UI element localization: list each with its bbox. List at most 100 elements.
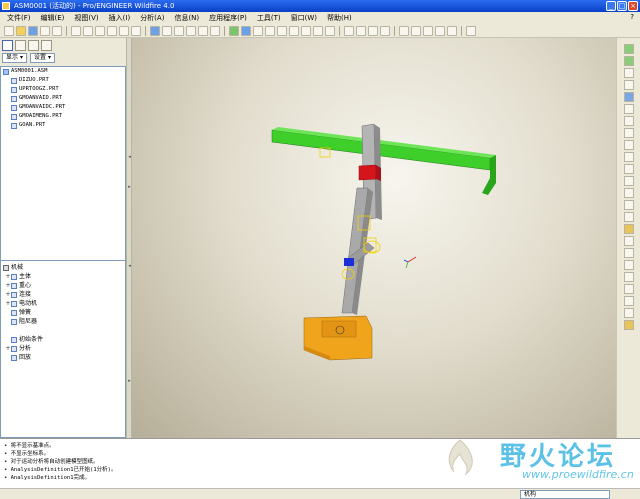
mechanism-item[interactable]: 弹簧 (1, 308, 125, 317)
assembly-model-view[interactable] (132, 38, 616, 438)
mechanism-root[interactable]: 机械 (1, 263, 125, 272)
maximize-button[interactable]: □ (617, 1, 627, 11)
playback-icon[interactable] (623, 140, 634, 150)
shading-icon[interactable] (380, 25, 390, 36)
refit-icon[interactable] (301, 25, 311, 36)
paste-icon[interactable] (119, 25, 129, 36)
mechanism-item[interactable]: 初始条件 (1, 335, 125, 344)
new-file-icon[interactable] (4, 25, 14, 36)
slot-icon[interactable] (623, 68, 634, 78)
minimize-button[interactable]: _ (606, 1, 616, 11)
settings-dropdown[interactable]: 设置 ▾ (30, 53, 56, 63)
cut-icon[interactable] (95, 25, 105, 36)
menu-edit[interactable]: 编辑(E) (36, 12, 70, 24)
zoom-in-icon[interactable] (277, 25, 287, 36)
datum-point-display-icon[interactable] (423, 25, 433, 36)
mode-select[interactable]: 机构 (520, 490, 610, 499)
tree-item-part[interactable]: DIZUO.PRT (1, 76, 125, 85)
menu-analysis[interactable]: 分析(A) (135, 12, 169, 24)
copy-icon[interactable] (107, 25, 117, 36)
mechanism-item[interactable]: + 分析 (1, 344, 125, 353)
undo-icon[interactable] (71, 25, 81, 36)
tree-item-assembly[interactable]: ASM0001.ASM (1, 67, 125, 76)
orient-icon[interactable] (265, 25, 275, 36)
menu-applications[interactable]: 应用程序(P) (204, 12, 252, 24)
force-icon[interactable] (623, 188, 634, 198)
drag-icon[interactable] (623, 104, 634, 114)
exit-mechanism-icon[interactable] (623, 320, 634, 330)
zoom-out-icon[interactable] (289, 25, 299, 36)
annotation-display-icon[interactable] (447, 25, 457, 36)
dropdown-arrow-icon[interactable] (210, 25, 220, 36)
datum-plane-icon[interactable] (623, 236, 634, 246)
tree-item-part[interactable]: GMOANVAID.PRT (1, 94, 125, 103)
show-dropdown[interactable]: 显示 ▾ (2, 53, 28, 63)
spring-icon[interactable] (623, 164, 634, 174)
no-hidden-icon[interactable] (368, 25, 378, 36)
mechanism-item[interactable]: + 电动机 (1, 299, 125, 308)
datum-point-icon[interactable] (623, 284, 634, 294)
menu-window[interactable]: 窗口(W) (286, 12, 322, 24)
mass-properties-icon[interactable] (623, 224, 634, 234)
reorient-icon[interactable] (313, 25, 323, 36)
measure-icon[interactable] (623, 152, 634, 162)
spin-center-icon[interactable] (253, 25, 263, 36)
favorites-tab[interactable] (28, 40, 39, 51)
print-icon[interactable] (40, 25, 50, 36)
wireframe-icon[interactable] (344, 25, 354, 36)
mechanism-item[interactable]: + 连接 (1, 290, 125, 299)
damper-icon[interactable] (623, 176, 634, 186)
graphics-viewport[interactable] (132, 38, 616, 438)
analysis-icon[interactable] (623, 128, 634, 138)
sketch-icon[interactable] (623, 260, 634, 270)
select-icon[interactable] (186, 25, 196, 36)
model-display-icon[interactable] (241, 25, 251, 36)
datum-axis-icon[interactable] (623, 248, 634, 258)
menu-file[interactable]: 文件(F) (2, 12, 36, 24)
tree-item-part[interactable]: GMOANVAIDC.PRT (1, 103, 125, 112)
saved-views-icon[interactable] (325, 25, 335, 36)
menu-insert[interactable]: 插入(I) (104, 12, 136, 24)
folder-browser-tab[interactable] (15, 40, 26, 51)
tree-item-part[interactable]: UPRTOOGZ.PRT (1, 85, 125, 94)
snapshot-icon[interactable] (623, 116, 634, 126)
csys-display-icon[interactable] (435, 25, 445, 36)
coordinate-system-icon[interactable] (623, 296, 634, 306)
select-box-icon[interactable] (174, 25, 184, 36)
gravity-icon[interactable] (623, 200, 634, 210)
find-icon[interactable] (162, 25, 172, 36)
web-browser-tab[interactable] (41, 40, 52, 51)
context-help-icon[interactable] (466, 25, 476, 36)
menu-view[interactable]: 视图(V) (69, 12, 103, 24)
servo-motor-icon[interactable] (623, 92, 634, 102)
mechanism-item[interactable]: 阻尼器 (1, 317, 125, 326)
mechanism-item[interactable]: + 主体 (1, 272, 125, 281)
hidden-line-icon[interactable] (356, 25, 366, 36)
model-tree-tab[interactable] (2, 40, 13, 51)
mechanism-connection-icon[interactable] (623, 44, 634, 54)
help-icon[interactable]: ? (630, 13, 634, 21)
mechanism-item[interactable]: + 重心 (1, 281, 125, 290)
email-icon[interactable] (52, 25, 62, 36)
save-icon[interactable] (28, 25, 38, 36)
analysis-feature-icon[interactable] (623, 308, 634, 318)
initial-condition-icon[interactable] (623, 212, 634, 222)
tree-item-part[interactable]: GMOAIMENG.PRT (1, 112, 125, 121)
menu-tools[interactable]: 工具(T) (252, 12, 286, 24)
open-file-icon[interactable] (16, 25, 26, 36)
paste-special-icon[interactable] (131, 25, 141, 36)
close-button[interactable]: × (628, 1, 638, 11)
menu-info[interactable]: 信息(N) (169, 12, 204, 24)
mechanism-item[interactable]: 回放 (1, 353, 125, 362)
binoculars-icon[interactable] (198, 25, 208, 36)
tree-item-part[interactable]: GOAN.PRT (1, 121, 125, 130)
cam-icon[interactable] (623, 56, 634, 66)
gear-pair-icon[interactable] (623, 80, 634, 90)
datum-curve-icon[interactable] (623, 272, 634, 282)
regenerate-icon[interactable] (150, 25, 160, 36)
layer-icon[interactable] (229, 25, 239, 36)
datum-axis-display-icon[interactable] (411, 25, 421, 36)
redo-icon[interactable] (83, 25, 93, 36)
menu-help[interactable]: 帮助(H) (322, 12, 357, 24)
datum-plane-display-icon[interactable] (399, 25, 409, 36)
